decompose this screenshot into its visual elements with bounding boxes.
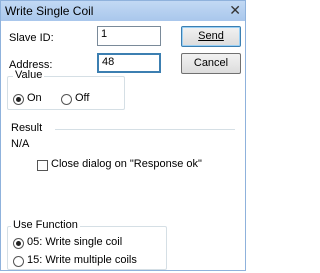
result-divider (55, 129, 235, 130)
cancel-button[interactable]: Cancel (181, 53, 241, 74)
close-dialog-label: Close dialog on "Response ok" (51, 158, 202, 170)
title-bar: Write Single Coil ✕ (1, 1, 245, 21)
value-group-title: Value (13, 69, 45, 81)
address-input[interactable]: 48 (97, 53, 161, 73)
window-title: Write Single Coil (5, 4, 94, 18)
fn-05-label: 05: Write single coil (27, 236, 123, 248)
result-text: N/A (11, 138, 30, 150)
fn-15-radio[interactable] (13, 256, 24, 267)
result-title: Result (11, 122, 43, 134)
fn-05-radio[interactable] (13, 238, 24, 249)
send-button-label: Send (198, 30, 224, 42)
slave-id-label: Slave ID: (9, 32, 54, 44)
value-on-radio[interactable] (13, 94, 24, 105)
send-button[interactable]: Send (181, 26, 241, 47)
write-single-coil-dialog: Write Single Coil ✕ Slave ID: 1 Address:… (0, 0, 246, 271)
use-function-title: Use Function (11, 219, 80, 231)
value-on-label: On (27, 92, 42, 104)
value-off-label: Off (75, 92, 90, 104)
slave-id-input[interactable]: 1 (97, 26, 161, 46)
close-dialog-checkbox[interactable] (37, 160, 48, 171)
fn-15-label: 15: Write multiple coils (27, 254, 137, 266)
value-off-radio[interactable] (61, 94, 72, 105)
close-icon[interactable]: ✕ (229, 2, 241, 19)
